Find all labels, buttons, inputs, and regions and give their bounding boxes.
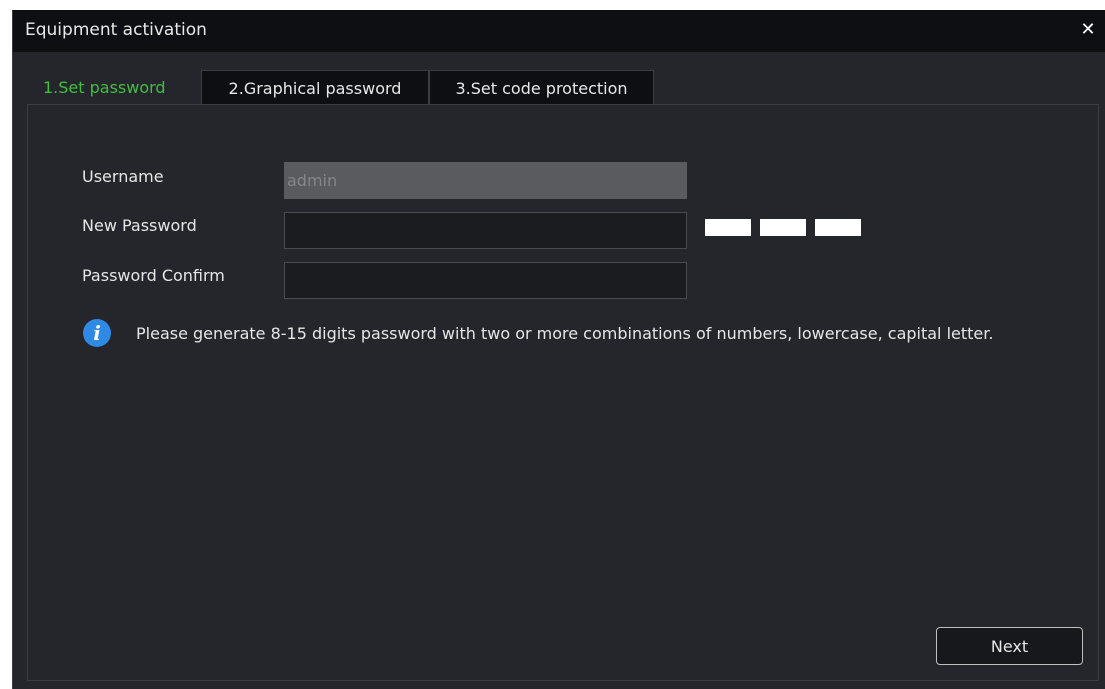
password-strength-meter — [705, 219, 861, 236]
password-confirm-label: Password Confirm — [82, 266, 225, 285]
password-hint-text: Please generate 8-15 digits password wit… — [136, 324, 994, 343]
username-label: Username — [82, 167, 164, 186]
strength-segment — [815, 219, 861, 236]
tab-content-panel: Username New Password Password Confirm i… — [27, 104, 1099, 681]
next-button[interactable]: Next — [936, 627, 1083, 665]
tab-set-code-protection[interactable]: 3.Set code protection — [429, 70, 654, 105]
info-icon: i — [83, 319, 111, 347]
strength-segment — [760, 219, 806, 236]
title-bar: Equipment activation ✕ — [13, 10, 1105, 52]
dialog-title: Equipment activation — [25, 20, 207, 40]
tab-bar: 1.Set password 2.Graphical password 3.Se… — [29, 70, 654, 105]
username-field — [284, 162, 687, 199]
new-password-field[interactable] — [284, 212, 687, 249]
tab-set-password[interactable]: 1.Set password — [29, 70, 201, 105]
password-confirm-field[interactable] — [284, 262, 687, 299]
tab-graphical-password[interactable]: 2.Graphical password — [201, 70, 429, 105]
strength-segment — [705, 219, 751, 236]
new-password-label: New Password — [82, 216, 197, 235]
equipment-activation-dialog: Equipment activation ✕ 1.Set password 2.… — [12, 10, 1105, 689]
close-icon[interactable]: ✕ — [1077, 18, 1099, 42]
